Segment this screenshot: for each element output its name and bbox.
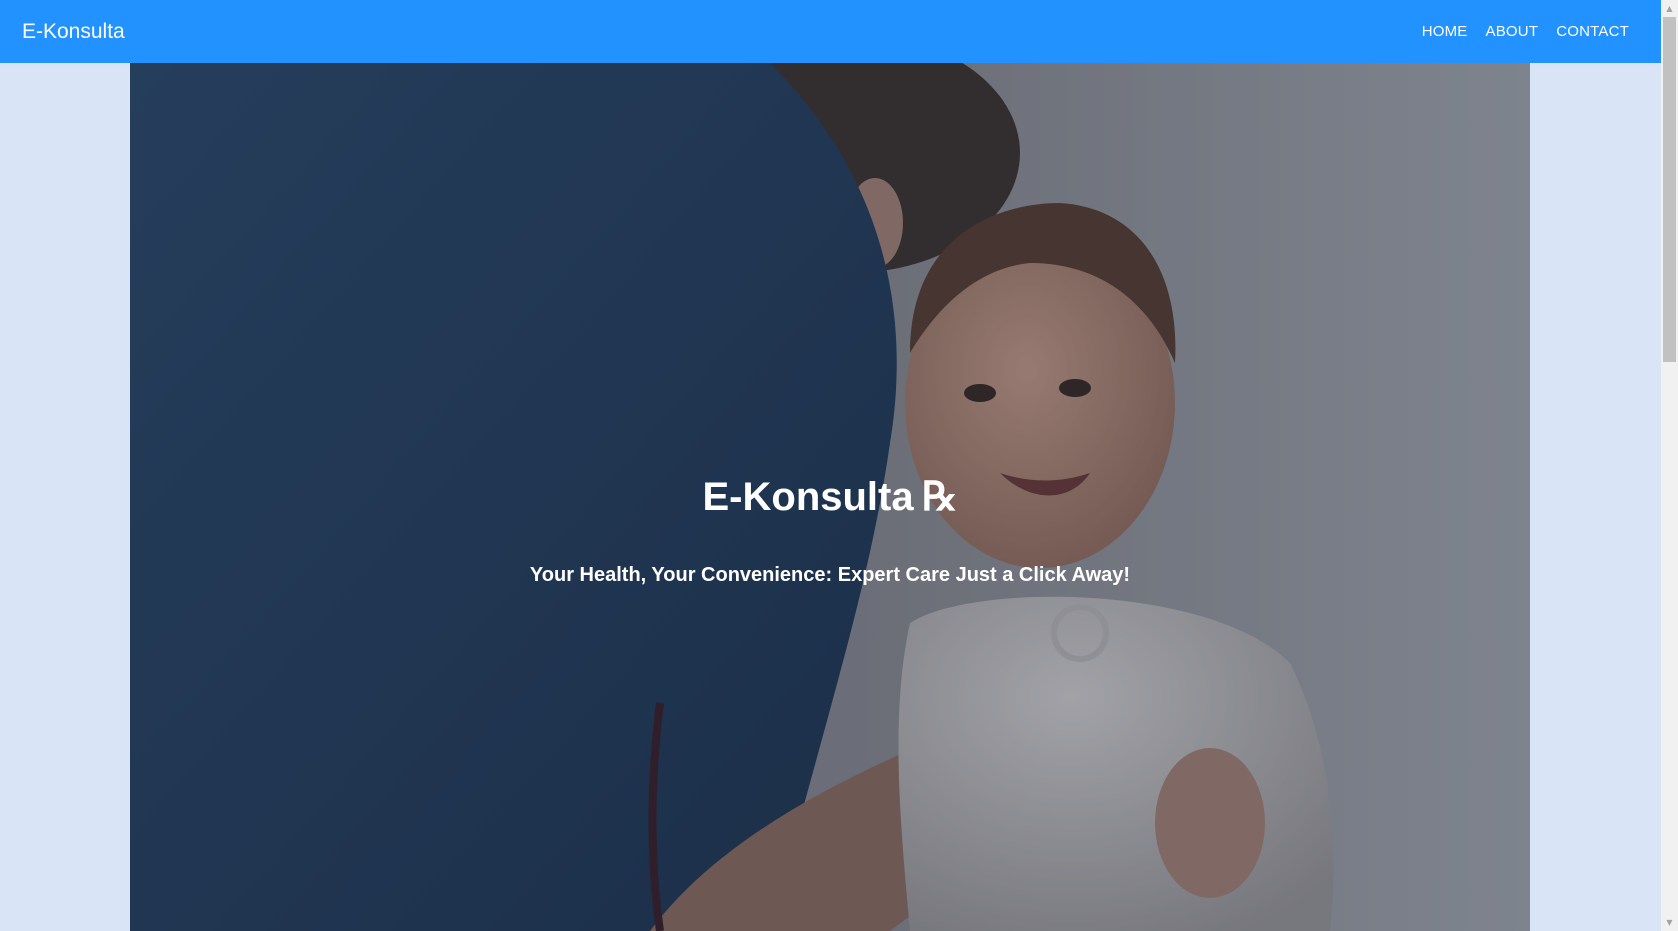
hero-subtitle: Your Health, Your Convenience: Expert Ca… — [529, 564, 1131, 586]
scroll-up-arrow-icon[interactable]: ▲ — [1661, 0, 1678, 17]
prescription-rx-icon: ℞ — [921, 473, 958, 520]
brand-logo-link[interactable]: E-Konsulta — [22, 20, 125, 44]
nav-links: HOME ABOUT CONTACT — [1422, 23, 1629, 40]
nav-link-contact[interactable]: CONTACT — [1556, 23, 1629, 40]
nav-link-home[interactable]: HOME — [1422, 23, 1468, 40]
top-navbar: E-Konsulta HOME ABOUT CONTACT — [0, 0, 1661, 63]
scrollbar-thumb[interactable] — [1663, 17, 1676, 362]
nav-link-about[interactable]: ABOUT — [1486, 23, 1539, 40]
scroll-down-arrow-icon[interactable]: ▼ — [1661, 914, 1678, 931]
hero-title-text: E-Konsulta — [702, 475, 914, 519]
vertical-scrollbar[interactable]: ▲ ▼ — [1661, 0, 1678, 931]
hero-content: E-Konsulta ℞ Your Health, Your Convenienc… — [130, 63, 1530, 931]
hero-section: E-Konsulta ℞ Your Health, Your Convenienc… — [130, 63, 1530, 931]
hero-title: E-Konsulta ℞ — [130, 473, 1530, 520]
